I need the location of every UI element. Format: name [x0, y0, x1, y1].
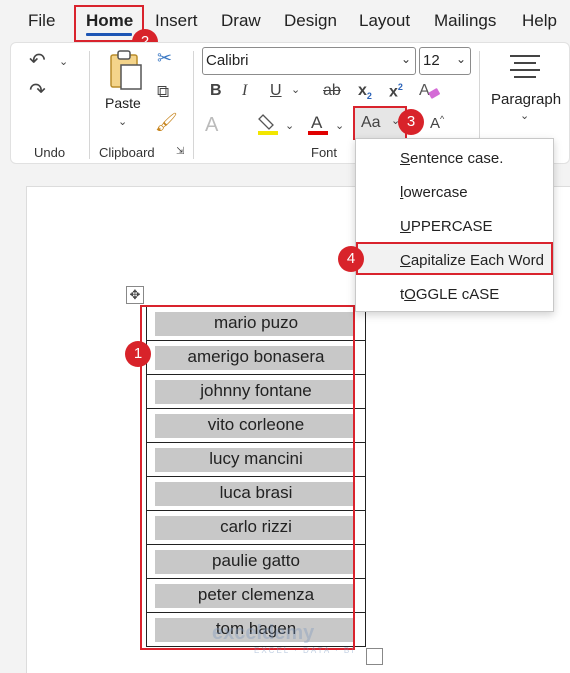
tab-mailings[interactable]: Mailings: [434, 11, 496, 31]
paste-dropdown-icon[interactable]: ⌄: [118, 115, 127, 128]
tab-help[interactable]: Help: [522, 11, 557, 31]
cut-icon[interactable]: ✂: [157, 49, 172, 67]
font-name-select[interactable]: Calibri ⌄: [202, 47, 416, 75]
menu-item-uppercase[interactable]: UPPERCASE: [400, 218, 493, 235]
menu-item-accelerator: O: [404, 286, 416, 303]
menu-item-text: apitalize Each Word: [410, 252, 544, 269]
format-painter-icon[interactable]: 🖌: [155, 113, 178, 131]
subscript-icon[interactable]: x2: [358, 82, 372, 101]
menu-item-lowercase[interactable]: lowercase: [400, 184, 468, 201]
italic-icon[interactable]: I: [242, 83, 247, 99]
font-color-dropdown-icon[interactable]: ⌄: [335, 119, 344, 132]
clipboard-group-label: Clipboard: [99, 145, 155, 160]
undo-dropdown-icon[interactable]: ⌄: [59, 55, 68, 68]
paragraph-label[interactable]: Paragraph: [491, 91, 561, 108]
marker-4: 4: [338, 246, 364, 272]
tab-file[interactable]: File: [28, 11, 55, 31]
table-move-icon[interactable]: ✥: [126, 286, 144, 304]
font-color-icon[interactable]: A: [307, 111, 329, 137]
table-resize-handle[interactable]: [366, 648, 383, 665]
grow-font-icon[interactable]: A^: [430, 115, 444, 132]
strikethrough-icon[interactable]: ab: [323, 83, 341, 99]
font-name-value: Calibri: [206, 52, 249, 69]
marker-3: 3: [398, 109, 424, 135]
change-case-label: Aa: [361, 114, 381, 131]
svg-text:A: A: [419, 82, 430, 99]
chevron-down-icon: ⌄: [455, 52, 466, 66]
tab-layout[interactable]: Layout: [359, 11, 410, 31]
group-separator: [193, 51, 194, 159]
paste-label[interactable]: Paste: [105, 95, 141, 111]
tab-insert[interactable]: Insert: [155, 11, 198, 31]
menu-item-capitalize-each-word[interactable]: Capitalize Each Word: [400, 252, 544, 269]
tab-design[interactable]: Design: [284, 11, 337, 31]
menu-item-toggle-case[interactable]: tOGGLE cASE: [400, 286, 499, 303]
paste-icon[interactable]: [107, 49, 145, 91]
menu-item-sentence-case[interactable]: Sentence case.: [400, 150, 503, 167]
menu-item-accelerator: S: [400, 150, 411, 167]
undo-icon[interactable]: ↶: [29, 51, 46, 71]
paragraph-icon[interactable]: [508, 53, 542, 79]
clear-formatting-icon[interactable]: A: [417, 79, 441, 101]
copy-icon[interactable]: ⧉: [157, 83, 169, 100]
marker-1: 1: [125, 341, 151, 367]
tab-draw[interactable]: Draw: [221, 11, 261, 31]
svg-text:A: A: [311, 113, 323, 132]
underline-dropdown-icon[interactable]: ⌄: [291, 83, 300, 96]
menu-item-text: owercase: [403, 184, 468, 201]
watermark-tagline: EXCEL · DATA · BI: [254, 646, 356, 655]
menu-item-text: GGLE cASE: [415, 286, 500, 303]
menu-item-accelerator: U: [400, 218, 411, 235]
text-effects-icon[interactable]: A: [205, 115, 218, 135]
highlight-color-icon[interactable]: [257, 111, 279, 137]
redo-icon[interactable]: ↷: [29, 81, 46, 101]
paragraph-dropdown-icon[interactable]: ⌄: [520, 109, 529, 122]
undo-group-label: Undo: [34, 145, 66, 160]
bold-icon[interactable]: B: [210, 83, 222, 99]
group-separator: [89, 51, 90, 159]
font-group-label: Font: [311, 145, 338, 160]
highlight-dropdown-icon[interactable]: ⌄: [285, 119, 294, 132]
font-size-value: 12: [423, 52, 440, 69]
word-window: File Home Insert Draw Design Layout Mail…: [0, 0, 570, 673]
menu-item-accelerator: C: [400, 252, 411, 269]
change-case-menu: Sentence case. lowercase UPPERCASE Capit…: [355, 138, 554, 312]
superscript-icon[interactable]: x2: [389, 83, 403, 100]
menu-item-text: entence case.: [410, 150, 504, 167]
menu-item-text: PPERCASE: [410, 218, 493, 235]
font-size-select[interactable]: 12 ⌄: [419, 47, 471, 75]
watermark-logo: exceldemy: [212, 622, 315, 644]
underline-icon[interactable]: U: [270, 83, 282, 99]
table-selection-highlight: [140, 305, 355, 650]
clipboard-launcher-icon[interactable]: ⇲: [176, 147, 184, 157]
chevron-down-icon: ⌄: [400, 52, 411, 66]
